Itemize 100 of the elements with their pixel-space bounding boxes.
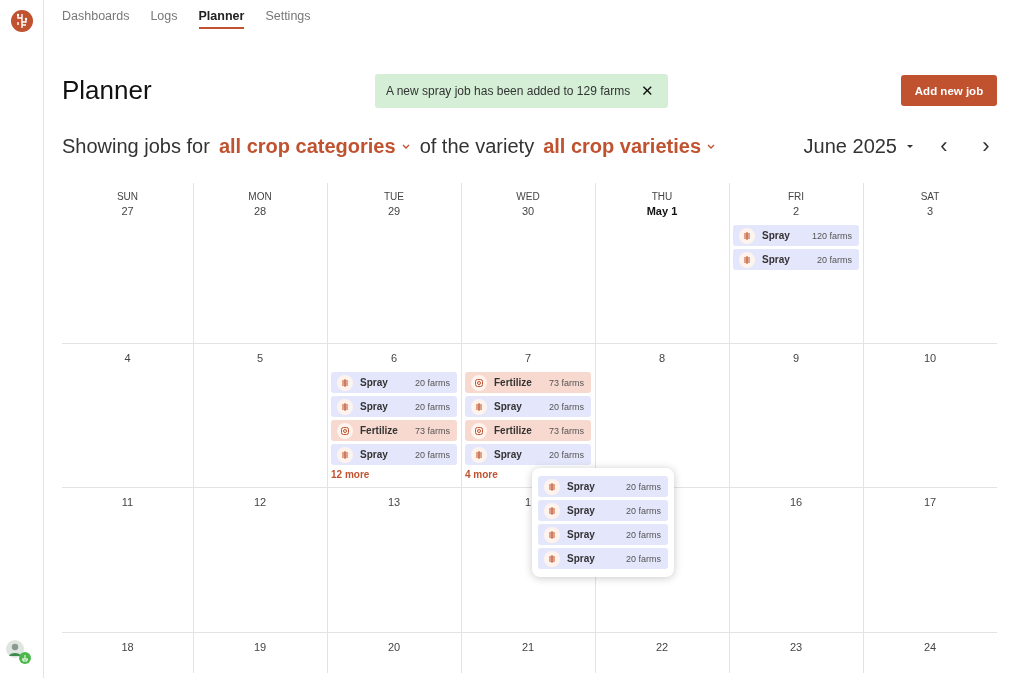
job-title: Spray xyxy=(762,254,791,265)
job-chip[interactable]: Fertilize 73 farms xyxy=(331,420,457,441)
date-label: 8 xyxy=(658,352,666,366)
caret-icon xyxy=(401,142,410,150)
nav-tab[interactable]: Logs xyxy=(150,9,178,29)
weekday-label: FRI xyxy=(787,191,805,204)
job-chip[interactable]: Spray 20 farms xyxy=(538,500,668,521)
close-button[interactable]: ✕ xyxy=(641,81,654,100)
date-label: 23 xyxy=(789,641,803,655)
job-chip[interactable]: Spray 20 farms xyxy=(538,524,668,545)
caret-icon xyxy=(907,144,913,148)
farm-count: 73 farms xyxy=(415,425,450,436)
job-title: Fertilize xyxy=(494,425,533,436)
job-chip[interactable]: Spray 20 farms xyxy=(538,476,668,497)
weekday-label: THU xyxy=(651,191,673,204)
job-title: Spray xyxy=(567,481,596,492)
sprinkle-icon xyxy=(739,227,755,244)
nav-tab[interactable]: Dashboards xyxy=(62,9,130,29)
farm-count: 20 farms xyxy=(626,505,661,516)
job-chip[interactable]: Spray 20 farms xyxy=(331,396,457,417)
sprinkle-icon xyxy=(337,398,353,415)
job-title: Spray xyxy=(360,377,389,388)
sprinkle-icon xyxy=(337,446,353,463)
date-label: May 1 xyxy=(646,205,678,219)
nav-tab[interactable]: Planner xyxy=(198,9,245,29)
job-chip[interactable]: Fertilize 73 farms xyxy=(465,372,591,393)
variety-dropdown[interactable]: all crop varieties xyxy=(543,134,715,158)
farm-count: 20 farms xyxy=(549,401,584,412)
previous-button[interactable]: ‹ xyxy=(933,133,955,159)
date-label: 9 xyxy=(792,352,800,366)
category-dropdown[interactable]: all crop categories xyxy=(218,134,410,158)
next-button[interactable]: › xyxy=(975,133,997,159)
job-title: Spray xyxy=(567,529,596,540)
filter-label: Showing jobs for xyxy=(62,134,210,158)
page-title: Planner xyxy=(62,75,153,106)
job-title: Spray xyxy=(494,449,523,460)
square-target-icon xyxy=(471,374,487,391)
date-label: 29 xyxy=(387,205,401,219)
date-label: 20 xyxy=(387,641,401,655)
weekday-label: MON xyxy=(248,191,272,204)
avatar-icon[interactable] xyxy=(5,640,24,658)
date-label: 13 xyxy=(387,496,401,510)
date-label: 7 xyxy=(524,352,532,366)
job-chip[interactable]: Spray 20 farms xyxy=(465,444,591,465)
farm-count: 20 farms xyxy=(626,529,661,540)
farm-count: 20 farms xyxy=(415,377,450,388)
date-label: 5 xyxy=(256,352,264,366)
month-dropdown[interactable]: June 2025 xyxy=(803,134,913,158)
nav-tab[interactable]: Settings xyxy=(265,9,311,29)
date-label: 24 xyxy=(923,641,937,655)
job-title: Spray xyxy=(360,449,389,460)
date-label: 19 xyxy=(253,641,267,655)
sprinkle-icon xyxy=(337,374,353,391)
filter-label: of the variety xyxy=(419,134,535,158)
square-target-icon xyxy=(471,422,487,439)
job-chip[interactable]: Spray 20 farms xyxy=(538,548,668,569)
job-chip[interactable]: Spray 20 farms xyxy=(331,372,457,393)
job-chip[interactable]: Spray 20 farms xyxy=(331,444,457,465)
farm-count: 20 farms xyxy=(549,449,584,460)
date-label: 16 xyxy=(789,496,803,510)
job-chip[interactable]: Spray 20 farms xyxy=(733,249,859,270)
sprinkle-icon xyxy=(739,251,755,268)
job-chip[interactable]: Fertilize 73 farms xyxy=(465,420,591,441)
job-title: Spray xyxy=(567,553,596,564)
sprinkle-icon xyxy=(544,526,560,543)
farm-count: 120 farms xyxy=(811,230,852,241)
square-target-icon xyxy=(337,422,353,439)
date-label: 11 xyxy=(121,496,134,510)
farm-count: 20 farms xyxy=(817,254,852,265)
job-title: Fertilize xyxy=(360,425,399,436)
more-link[interactable]: 12 more xyxy=(331,469,370,480)
weekday-label: SAT xyxy=(920,191,940,204)
job-title: Spray xyxy=(360,401,389,412)
date-label: 1 xyxy=(524,496,532,510)
job-title: Spray xyxy=(567,505,596,516)
farm-count: 73 farms xyxy=(549,425,584,436)
sprinkle-icon xyxy=(544,550,560,567)
more-link[interactable]: 4 more xyxy=(465,469,498,480)
date-label: 30 xyxy=(521,205,535,219)
sprinkle-icon xyxy=(471,446,487,463)
date-label: 21 xyxy=(521,641,535,655)
date-label: 17 xyxy=(923,496,937,510)
farm-count: 73 farms xyxy=(549,377,584,388)
job-title: Fertilize xyxy=(494,377,533,388)
job-chip[interactable]: Spray 20 farms xyxy=(465,396,591,417)
date-label: 28 xyxy=(253,205,267,219)
date-label: 4 xyxy=(124,352,131,366)
job-chip[interactable]: Spray 120 farms xyxy=(733,225,859,246)
date-label: 12 xyxy=(253,496,267,510)
farm-count: 20 farms xyxy=(626,553,661,564)
sprinkle-icon xyxy=(471,398,487,415)
sprinkle-icon xyxy=(544,502,560,519)
job-title: Spray xyxy=(494,401,523,412)
badge-icon xyxy=(18,652,31,664)
date-label: 22 xyxy=(655,641,669,655)
weekday-label: SUN xyxy=(116,191,139,204)
sprinkle-icon xyxy=(544,478,560,495)
logo-icon[interactable] xyxy=(10,10,33,32)
job-title: Spray xyxy=(762,230,791,241)
add-job-button[interactable]: Add new job xyxy=(901,75,997,106)
